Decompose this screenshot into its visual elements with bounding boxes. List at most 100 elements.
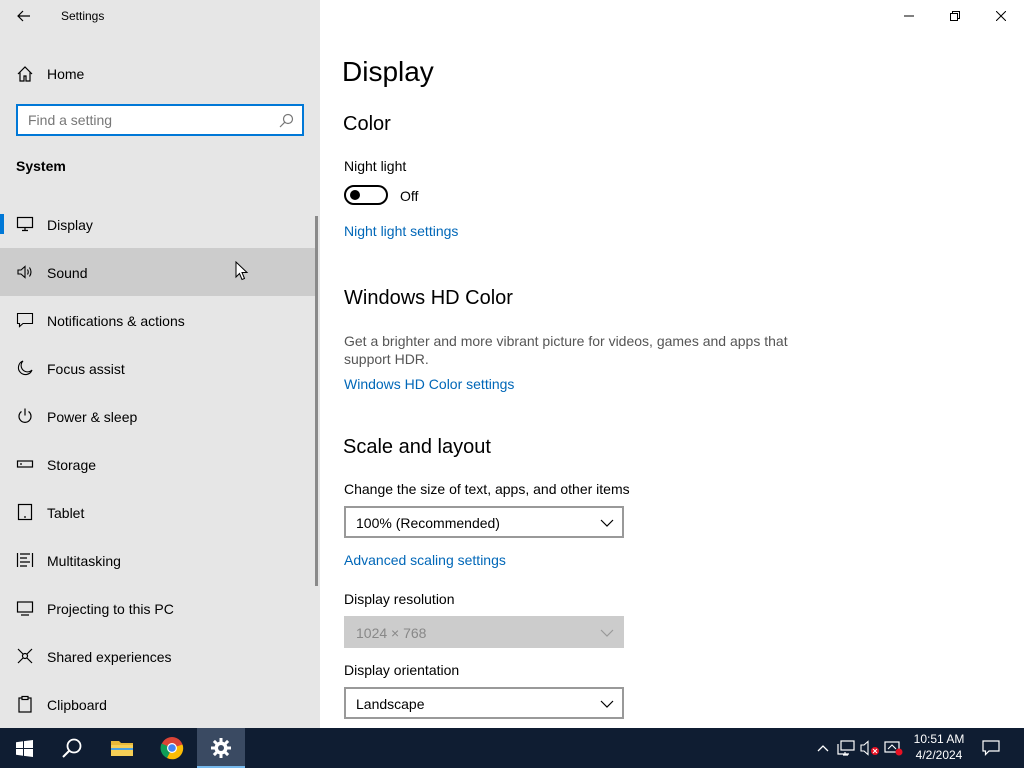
taskbar-clock[interactable]: 10:51 AM 4/2/2024 [908, 731, 970, 763]
app-title: Settings [61, 9, 105, 23]
volume-tray-button[interactable] [860, 738, 880, 758]
sidebar: Settings Home System Display Sound Notif… [0, 0, 320, 728]
hd-color-settings-link[interactable]: Windows HD Color settings [344, 376, 514, 392]
scale-dropdown[interactable]: 100% (Recommended) [344, 506, 624, 538]
home-label: Home [47, 66, 85, 82]
minimize-button[interactable] [886, 0, 932, 32]
sidebar-item-power-sleep[interactable]: Power & sleep [0, 392, 316, 440]
sidebar-item-tablet[interactable]: Tablet [0, 488, 316, 536]
network-tray-button[interactable] [836, 738, 856, 758]
scale-layout-heading: Scale and layout [343, 436, 491, 458]
minimize-icon [904, 15, 914, 17]
search-box[interactable] [16, 104, 304, 136]
clock-time: 10:51 AM [913, 732, 965, 746]
clock-date: 4/2/2024 [915, 748, 963, 762]
orientation-value: Landscape [356, 696, 425, 712]
action-tray-button[interactable] [884, 738, 904, 758]
sidebar-item-sound[interactable]: Sound [0, 248, 316, 296]
resolution-value: 1024 × 768 [356, 625, 427, 641]
hd-color-description: Get a brighter and more vibrant picture … [344, 333, 788, 367]
sidebar-item-multitasking[interactable]: Multitasking [0, 536, 316, 584]
sidebar-item-storage[interactable]: Storage [0, 440, 316, 488]
windows-logo-icon [15, 739, 33, 757]
sidebar-item-label: Clipboard [47, 697, 107, 713]
back-button[interactable] [8, 4, 40, 28]
sidebar-scrollbar[interactable] [315, 216, 318, 586]
color-heading: Color [343, 113, 391, 135]
taskbar: 10:51 AM 4/2/2024 [0, 728, 1024, 768]
sidebar-nav: Display Sound Notifications & actions Fo… [0, 200, 316, 728]
resolution-label: Display resolution [344, 591, 455, 607]
notification-icon [16, 312, 34, 328]
sidebar-item-label: Focus assist [47, 361, 125, 377]
night-light-toggle[interactable] [344, 185, 388, 205]
sidebar-item-label: Tablet [47, 505, 85, 521]
projecting-icon [16, 601, 34, 616]
advanced-scaling-link[interactable]: Advanced scaling settings [344, 552, 506, 568]
sidebar-item-label: Multitasking [47, 553, 121, 569]
night-light-settings-link[interactable]: Night light settings [344, 223, 458, 239]
notification-icon [982, 740, 1000, 756]
scale-value: 100% (Recommended) [356, 515, 500, 531]
toggle-knob [350, 190, 360, 200]
folder-icon [111, 741, 133, 756]
action-center-button[interactable] [981, 738, 1001, 758]
power-icon [18, 408, 32, 423]
home-nav-item[interactable]: Home [0, 56, 320, 90]
night-light-state: Off [400, 188, 419, 204]
page-title: Display [342, 56, 434, 87]
file-explorer-button[interactable] [98, 728, 146, 768]
orientation-label: Display orientation [344, 662, 460, 678]
network-icon [837, 740, 855, 756]
speaker-icon [17, 265, 32, 279]
sidebar-item-label: Power & sleep [47, 409, 138, 425]
show-hidden-icons-button[interactable] [813, 738, 833, 758]
moon-icon [17, 360, 33, 376]
close-icon [996, 11, 1006, 21]
search-icon [62, 738, 82, 758]
sidebar-item-label: Shared experiences [47, 649, 172, 665]
resolution-dropdown[interactable]: 1024 × 768 [344, 616, 624, 648]
start-button[interactable] [0, 728, 48, 768]
settings-taskbar-button[interactable] [197, 728, 245, 768]
sidebar-item-shared-experiences[interactable]: Shared experiences [0, 632, 316, 680]
orientation-dropdown[interactable]: Landscape [344, 687, 624, 719]
clipboard-icon [18, 695, 32, 713]
sidebar-item-notifications[interactable]: Notifications & actions [0, 296, 316, 344]
chrome-button[interactable] [148, 728, 196, 768]
section-label-system: System [16, 158, 66, 174]
size-label: Change the size of text, apps, and other… [344, 481, 630, 497]
sidebar-item-display[interactable]: Display [0, 200, 316, 248]
night-light-label: Night light [344, 158, 407, 174]
display-alert-icon [884, 741, 903, 756]
mouse-cursor-icon [235, 261, 249, 281]
main-content: Display Color Night light Off Night ligh… [320, 0, 1024, 728]
search-input[interactable] [18, 106, 268, 134]
sidebar-item-label: Storage [47, 457, 97, 473]
sidebar-item-focus-assist[interactable]: Focus assist [0, 344, 316, 392]
multitasking-icon [16, 553, 34, 567]
title-bar-left: Settings [0, 0, 320, 32]
monitor-icon [16, 216, 34, 232]
search-taskbar-button[interactable] [48, 728, 96, 768]
close-button[interactable] [978, 0, 1024, 32]
chevron-down-icon [600, 700, 614, 708]
restore-button[interactable] [932, 0, 978, 32]
chrome-icon [160, 737, 184, 760]
sidebar-item-label: Projecting to this PC [47, 601, 174, 617]
sidebar-item-label: Notifications & actions [47, 313, 185, 329]
hd-color-heading: Windows HD Color [344, 287, 513, 309]
volume-muted-icon [860, 740, 879, 756]
sidebar-item-label: Sound [47, 265, 88, 281]
home-icon [17, 66, 33, 82]
back-arrow-icon [17, 10, 30, 22]
sidebar-item-projecting[interactable]: Projecting to this PC [0, 584, 316, 632]
storage-icon [16, 460, 34, 468]
search-icon [279, 113, 294, 128]
restore-icon [950, 11, 960, 21]
chevron-down-icon [600, 519, 614, 527]
sidebar-item-label: Display [47, 217, 93, 233]
sidebar-item-clipboard[interactable]: Clipboard [0, 680, 316, 728]
shared-icon [17, 648, 33, 664]
chevron-down-icon [600, 629, 614, 637]
